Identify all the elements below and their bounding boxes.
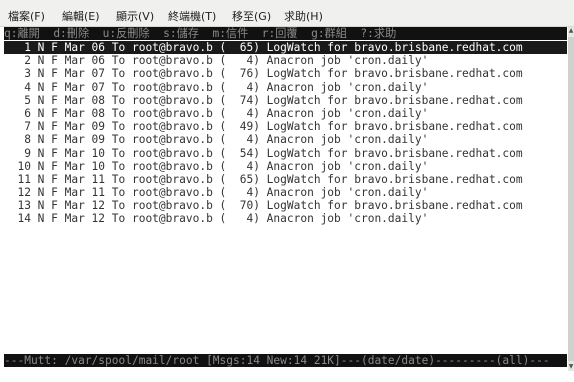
menu-bar: 檔案(F) 編輯(E) 顯示(V) 終端機(T) 移至(G) 求助(H) xyxy=(0,0,574,27)
message-row[interactable]: 6 N F Mar 08 To root@bravo.b ( 4) Anacro… xyxy=(4,107,567,120)
message-row[interactable]: 9 N F Mar 10 To root@bravo.b ( 54) LogWa… xyxy=(4,147,567,160)
menu-file[interactable]: 檔案(F) xyxy=(8,8,45,24)
message-index: 1 N F Mar 06 To root@bravo.b ( 65) LogWa… xyxy=(4,41,567,226)
terminal-window: 檔案(F) 編輯(E) 顯示(V) 終端機(T) 移至(G) 求助(H) q:離… xyxy=(0,0,574,382)
menu-go[interactable]: 移至(G) xyxy=(232,8,271,24)
menu-terminal[interactable]: 終端機(T) xyxy=(168,8,216,24)
message-row[interactable]: 3 N F Mar 07 To root@bravo.b ( 76) LogWa… xyxy=(4,67,567,80)
message-row[interactable]: 4 N F Mar 07 To root@bravo.b ( 4) Anacro… xyxy=(4,81,567,94)
message-row[interactable]: 5 N F Mar 08 To root@bravo.b ( 74) LogWa… xyxy=(4,94,567,107)
message-row[interactable]: 7 N F Mar 09 To root@bravo.b ( 49) LogWa… xyxy=(4,120,567,133)
message-row[interactable]: 11 N F Mar 11 To root@bravo.b ( 65) LogW… xyxy=(4,173,567,186)
menu-view[interactable]: 顯示(V) xyxy=(116,8,154,24)
message-row[interactable]: 13 N F Mar 12 To root@bravo.b ( 70) LogW… xyxy=(4,199,567,212)
mutt-help-bar: q:離開 d:刪除 u:反刪除 s:儲存 m:信件 r:回覆 g:群組 ?:求助 xyxy=(4,27,567,40)
mutt-status-bar: ---Mutt: /var/spool/mail/root [Msgs:14 N… xyxy=(4,354,567,367)
terminal-area[interactable]: q:離開 d:刪除 u:反刪除 s:儲存 m:信件 r:回覆 g:群組 ?:求助… xyxy=(4,27,567,371)
message-row[interactable]: 8 N F Mar 09 To root@bravo.b ( 4) Anacro… xyxy=(4,133,567,146)
scroll-down-icon[interactable]: ▼ xyxy=(568,364,574,370)
message-row[interactable]: 2 N F Mar 06 To root@bravo.b ( 4) Anacro… xyxy=(4,54,567,67)
menu-help[interactable]: 求助(H) xyxy=(284,8,323,24)
message-row[interactable]: 12 N F Mar 11 To root@bravo.b ( 4) Anacr… xyxy=(4,186,567,199)
menu-edit[interactable]: 編輯(E) xyxy=(62,8,100,24)
scrollbar[interactable]: ▲ ▼ xyxy=(568,27,574,371)
message-row[interactable]: 10 N F Mar 10 To root@bravo.b ( 4) Anacr… xyxy=(4,160,567,173)
scroll-up-icon[interactable]: ▲ xyxy=(568,28,574,34)
message-row[interactable]: 14 N F Mar 12 To root@bravo.b ( 4) Anacr… xyxy=(4,212,567,225)
message-row[interactable]: 1 N F Mar 06 To root@bravo.b ( 65) LogWa… xyxy=(4,41,567,55)
scrollbar-thumb[interactable] xyxy=(568,37,574,361)
